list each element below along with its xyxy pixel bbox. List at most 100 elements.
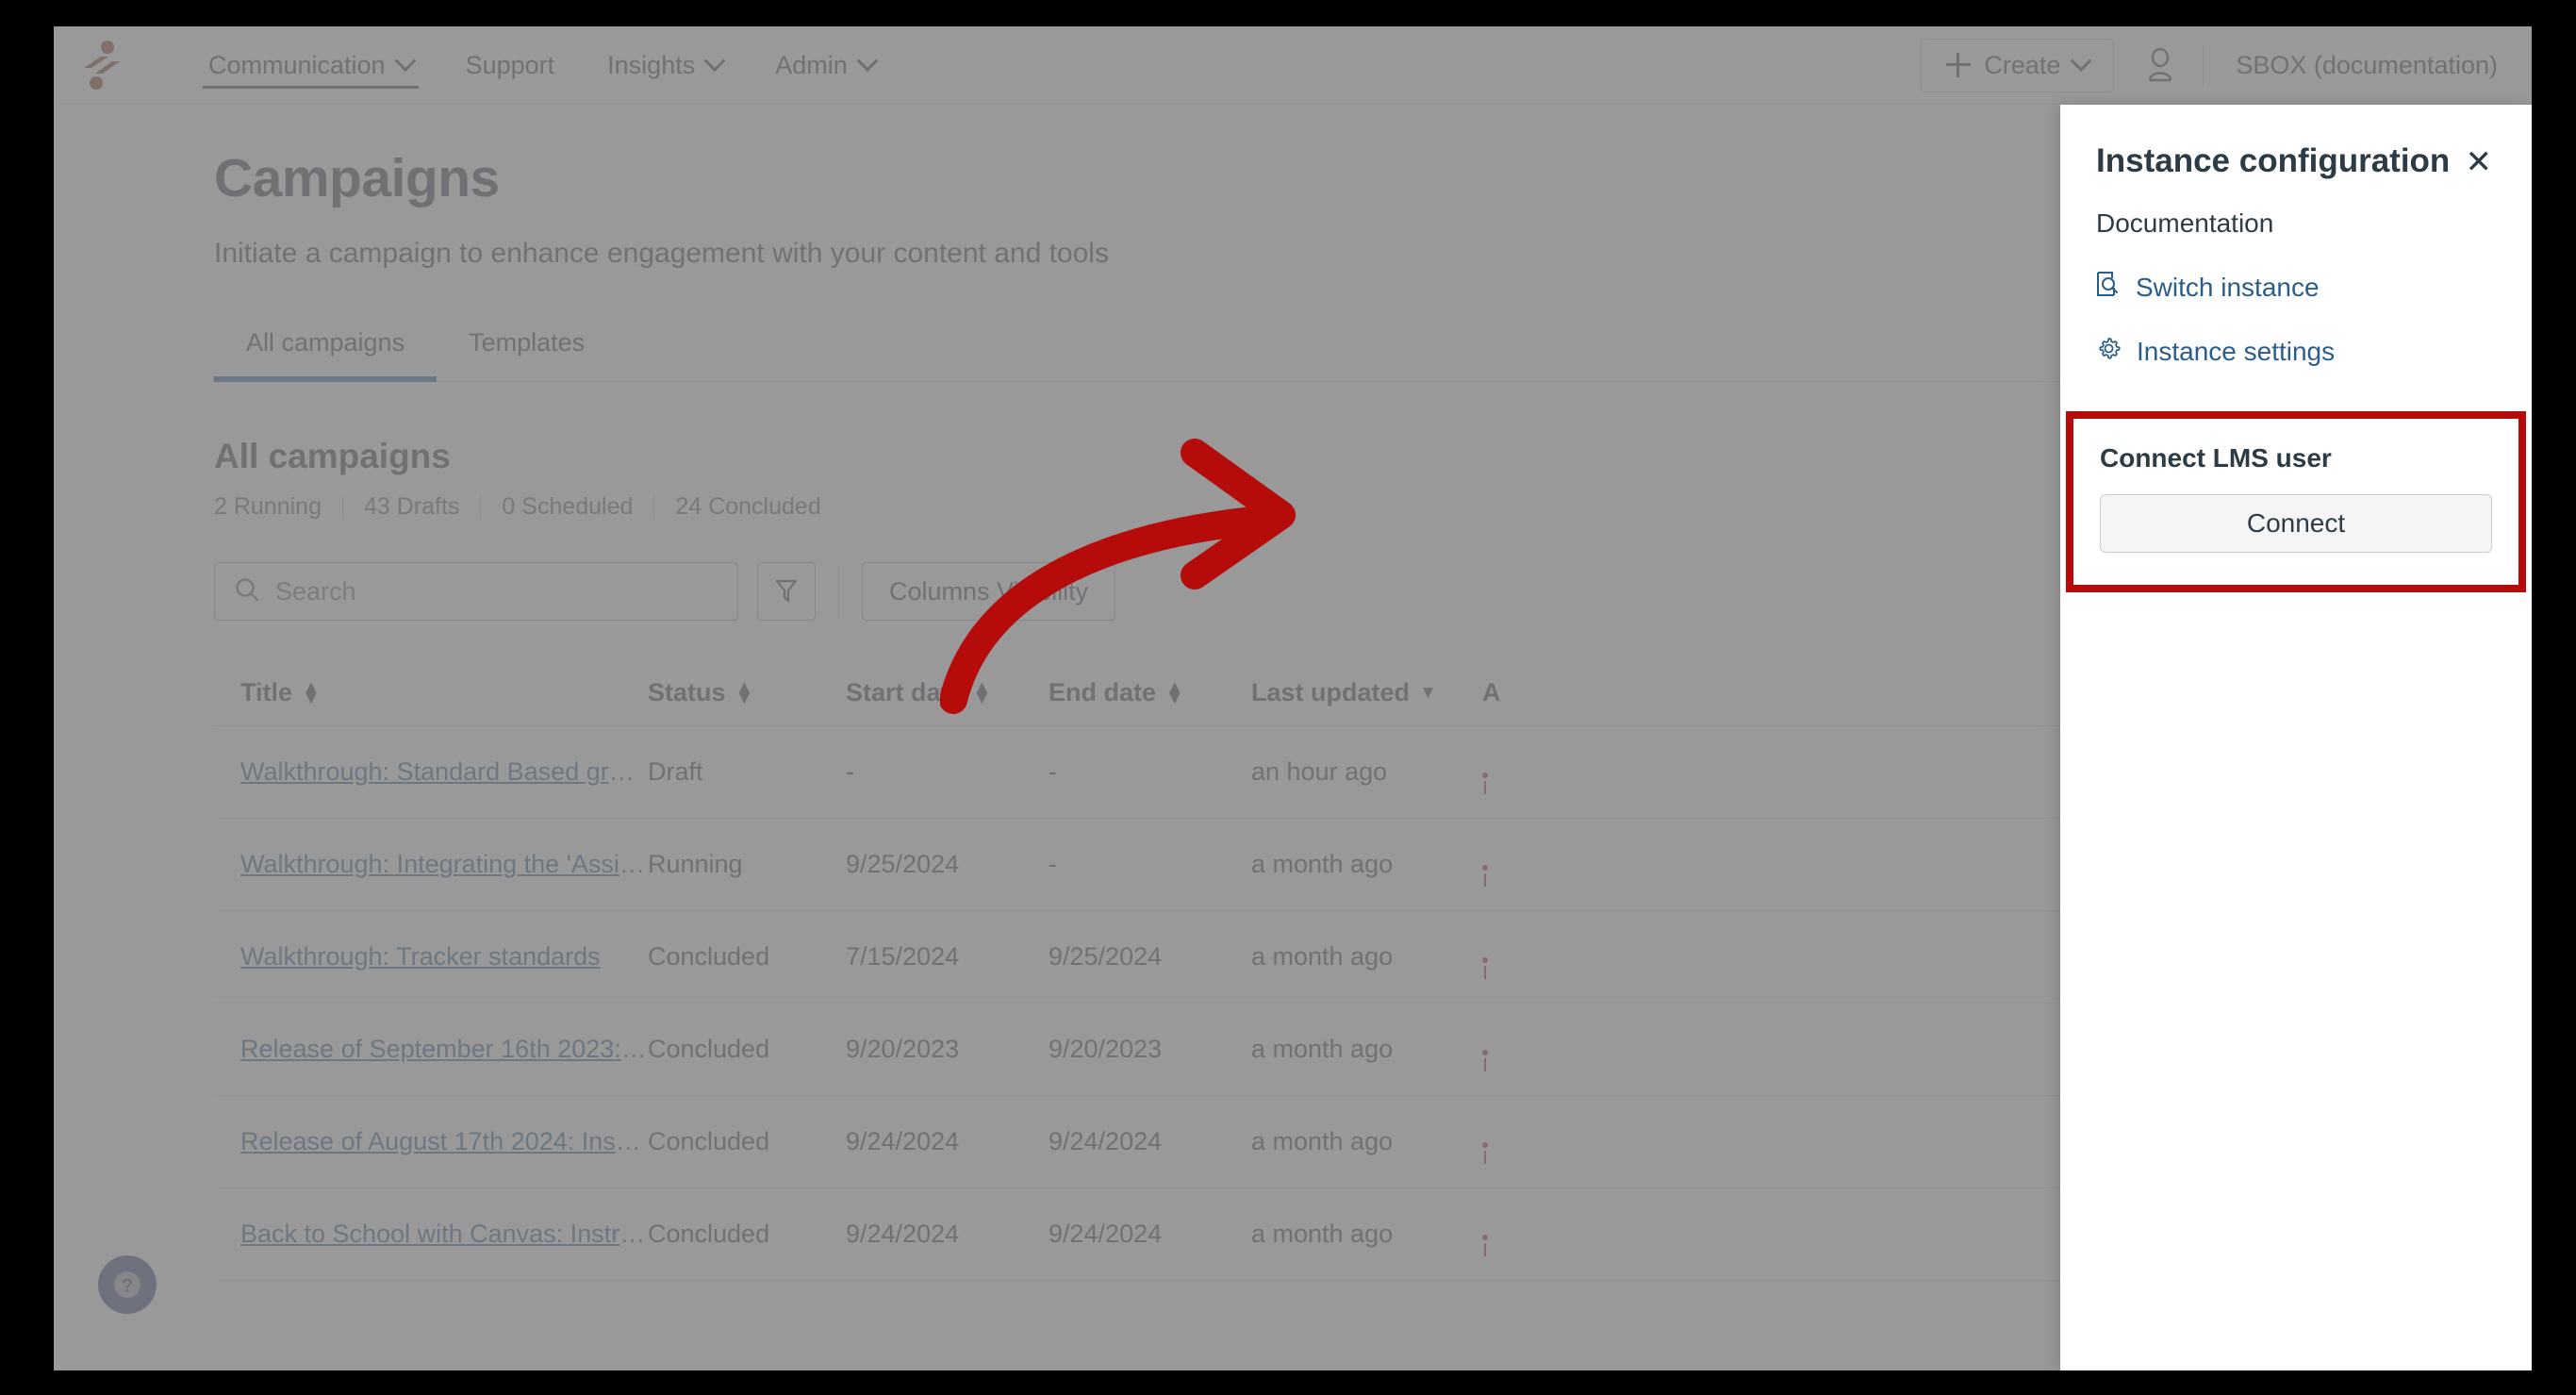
cell-last-updated: a month ago xyxy=(1251,1220,1394,1248)
cell-last-updated: a month ago xyxy=(1251,850,1394,878)
primary-nav: Communication Support Insights Admin xyxy=(182,26,901,105)
chevron-down-icon xyxy=(703,50,726,73)
panel-link-label: Instance settings xyxy=(2137,337,2336,366)
tab-templates[interactable]: Templates xyxy=(437,317,617,382)
campaign-title-link[interactable]: Release of August 17th 2024: Instructors xyxy=(240,1127,648,1156)
application-window: Communication Support Insights Admin Cre… xyxy=(54,26,2532,1370)
instance-settings-link[interactable]: Instance settings xyxy=(2060,336,2532,368)
close-icon[interactable]: ✕ xyxy=(2462,142,2497,182)
stat-divider xyxy=(480,494,482,520)
cell-last-updated: a month ago xyxy=(1251,1035,1394,1063)
create-button-label: Create xyxy=(1984,50,2061,79)
sort-toggle-icon: ▲ ▼ xyxy=(302,676,321,708)
stat-scheduled: 0 Scheduled xyxy=(502,493,634,520)
app-logo-icon[interactable] xyxy=(67,26,137,105)
campaign-title-link[interactable]: Walkthrough: Tracker standards xyxy=(240,942,648,972)
search-input[interactable] xyxy=(275,576,718,606)
nav-item-label: Insights xyxy=(607,50,696,79)
connect-lms-user-box: Connect LMS user Connect xyxy=(2066,411,2526,592)
stat-running: 2 Running xyxy=(214,493,322,520)
cell-end-date: 9/25/2024 xyxy=(1049,942,1163,971)
cell-end-date: - xyxy=(1049,757,1057,786)
svg-text:?: ? xyxy=(122,1275,134,1297)
instance-name-label: Documentation xyxy=(2096,208,2274,238)
switch-instance-link[interactable]: Switch instance xyxy=(2060,271,2532,304)
columns-visibility-button[interactable]: Columns Visibility xyxy=(862,562,1116,621)
panel-header: Instance configuration ✕ xyxy=(2060,105,2532,182)
top-navigation-bar: Communication Support Insights Admin Cre… xyxy=(54,26,2532,105)
cell-status: Concluded xyxy=(648,1220,770,1248)
campaign-title-link[interactable]: Walkthrough: Integrating the 'Assign To'… xyxy=(240,850,648,879)
stat-divider xyxy=(341,494,343,520)
question-mark-icon: ? xyxy=(114,1271,140,1298)
document-search-icon xyxy=(2096,271,2121,304)
nav-right-group: Create SBOX (documentation) xyxy=(1921,26,2532,105)
column-header-start-date[interactable]: Start date ▲ ▼ xyxy=(846,678,1049,707)
column-label: Status xyxy=(648,678,726,706)
column-header-last-updated[interactable]: Last updated ▼ xyxy=(1251,678,1482,707)
column-header-status[interactable]: Status ▲ ▼ xyxy=(648,678,846,707)
column-label: Title xyxy=(240,678,293,706)
column-header-title[interactable]: Title ▲ ▼ xyxy=(214,678,648,707)
cell-last-updated: a month ago xyxy=(1251,1127,1394,1155)
campaign-title-link[interactable]: Walkthrough: Standard Based grading (Obs… xyxy=(240,757,648,787)
cell-title: Walkthrough: Standard Based grading (Obs… xyxy=(214,757,648,787)
campaign-title-link[interactable]: Back to School with Canvas: Instructors xyxy=(240,1220,648,1249)
search-field-wrapper[interactable] xyxy=(214,562,738,621)
nav-item-communication[interactable]: Communication xyxy=(182,26,439,105)
column-label: Start date xyxy=(846,678,964,706)
sort-toggle-icon: ▲ ▼ xyxy=(972,676,992,708)
cell-title: Release of September 16th 2023: Instruct… xyxy=(214,1035,648,1064)
cell-end-date: 9/24/2024 xyxy=(1049,1127,1163,1155)
column-label: End date xyxy=(1049,678,1157,706)
cell-title: Release of August 17th 2024: Instructors xyxy=(214,1127,648,1156)
user-icon[interactable] xyxy=(2114,48,2203,82)
sort-descending-icon: ▼ xyxy=(1419,682,1437,703)
cell-title: Walkthrough: Tracker standards xyxy=(214,942,648,972)
stat-concluded: 24 Concluded xyxy=(675,493,821,520)
toolbar-divider xyxy=(838,565,839,618)
cell-end-date: - xyxy=(1049,850,1057,878)
stat-drafts: 43 Drafts xyxy=(363,493,460,520)
column-label: A xyxy=(1482,678,1501,706)
plus-icon xyxy=(1946,53,1972,77)
instance-configuration-panel: Instance configuration ✕ Documentation S… xyxy=(2060,105,2532,1370)
cell-last-updated: a month ago xyxy=(1251,942,1394,971)
filter-funnel-icon xyxy=(774,577,799,606)
tab-label: Templates xyxy=(469,328,586,357)
create-button[interactable]: Create xyxy=(1921,38,2115,92)
account-name-label: SBOX (documentation) xyxy=(2236,50,2498,79)
cell-start-date: 9/24/2024 xyxy=(846,1220,960,1248)
nav-item-insights[interactable]: Insights xyxy=(581,26,749,105)
sort-toggle-icon: ▲ ▼ xyxy=(735,676,754,708)
panel-title: Instance configuration xyxy=(2096,142,2451,179)
panel-links: Switch instance Instance settings xyxy=(2060,271,2532,368)
cell-start-date: 9/20/2023 xyxy=(846,1035,960,1063)
panel-link-label: Switch instance xyxy=(2136,272,2320,302)
tab-all-campaigns[interactable]: All campaigns xyxy=(214,317,438,382)
cell-title: Back to School with Canvas: Instructors xyxy=(214,1220,648,1249)
tab-label: All campaigns xyxy=(246,328,405,357)
help-button[interactable]: ? xyxy=(98,1255,157,1314)
chevron-down-icon xyxy=(856,50,879,73)
cell-start-date: - xyxy=(846,757,854,786)
cell-status: Concluded xyxy=(648,1035,770,1063)
gear-icon xyxy=(2096,336,2122,368)
nav-item-support[interactable]: Support xyxy=(439,26,582,105)
nav-item-admin[interactable]: Admin xyxy=(749,26,901,105)
column-header-actions: A xyxy=(1482,678,1671,707)
nav-item-label: Admin xyxy=(775,50,848,79)
connect-lms-user-label: Connect LMS user xyxy=(2100,443,2332,473)
filter-button[interactable] xyxy=(757,562,816,621)
connect-button[interactable]: Connect xyxy=(2100,494,2492,553)
nav-item-label: Support xyxy=(465,50,555,79)
column-header-end-date[interactable]: End date ▲ ▼ xyxy=(1049,678,1251,707)
search-icon xyxy=(234,576,260,607)
cell-start-date: 9/25/2024 xyxy=(846,850,960,878)
cell-end-date: 9/24/2024 xyxy=(1049,1220,1163,1248)
cell-title: Walkthrough: Integrating the 'Assign To'… xyxy=(214,850,648,879)
cell-last-updated: an hour ago xyxy=(1251,757,1388,786)
stat-divider xyxy=(653,494,655,520)
campaign-title-link[interactable]: Release of September 16th 2023: Instruct… xyxy=(240,1035,648,1064)
nav-item-label: Communication xyxy=(208,50,386,79)
